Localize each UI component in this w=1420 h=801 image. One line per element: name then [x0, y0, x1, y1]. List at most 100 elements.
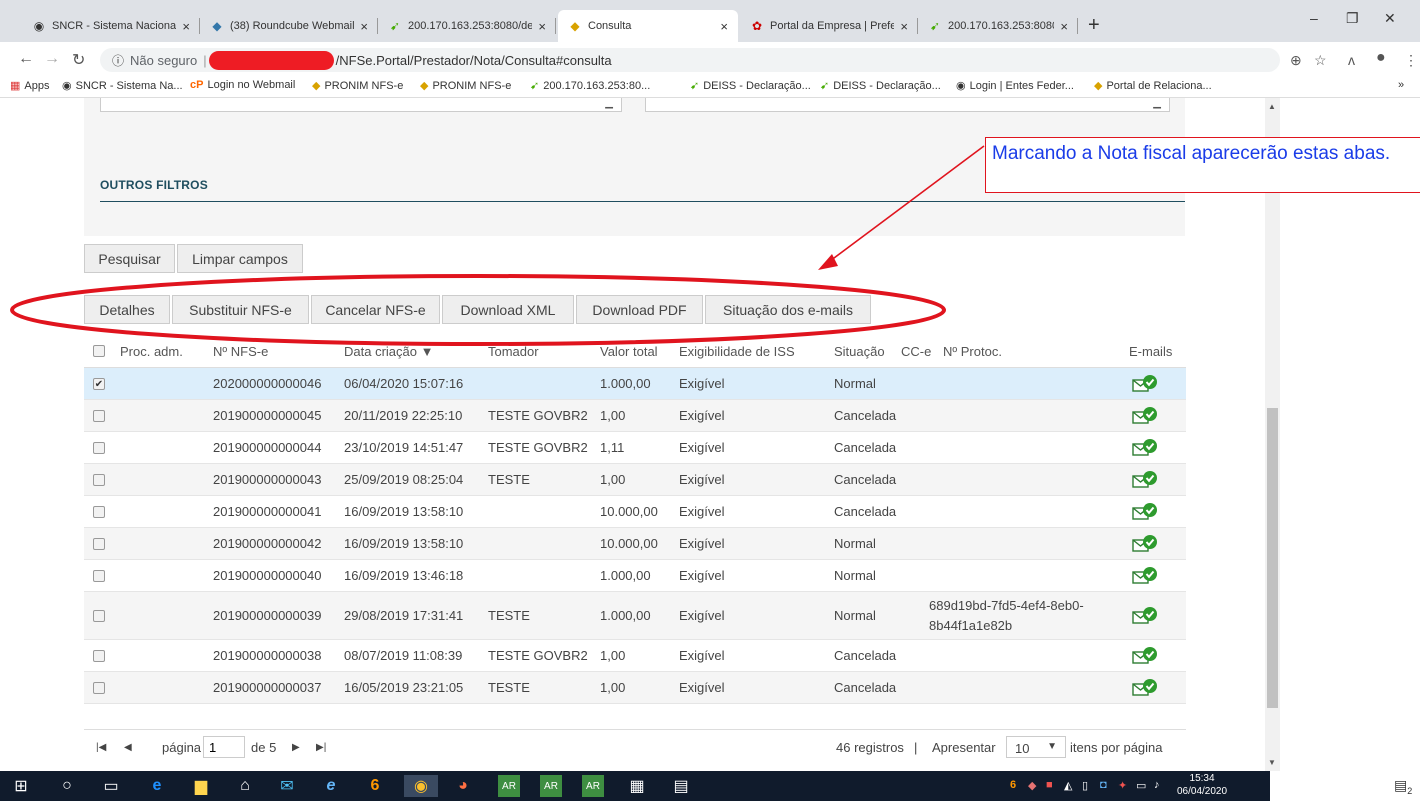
back-arrow-icon[interactable]: ← — [18, 50, 34, 68]
table-row[interactable]: 201900000000038 08/07/2019 11:08:39 TESTE … — [84, 640, 1186, 672]
close-icon[interactable]: × — [538, 19, 546, 34]
search-button[interactable]: Pesquisar — [84, 244, 175, 273]
menu-icon[interactable]: ⋮ — [1404, 52, 1418, 69]
search-icon[interactable]: ○ — [56, 775, 78, 797]
tray-app-icon[interactable]: ◆ — [1028, 779, 1036, 792]
email-sent-icon[interactable] — [1132, 368, 1158, 399]
ar-app-icon[interactable]: AR — [582, 775, 604, 797]
email-sent-icon[interactable] — [1132, 672, 1158, 703]
col-creation-date[interactable]: Data criação ▼ — [344, 334, 433, 368]
profile-icon[interactable]: ● — [1376, 49, 1386, 67]
scroll-up-icon[interactable]: ▲ — [1268, 102, 1276, 111]
table-row[interactable]: 201900000000044 23/10/2019 14:51:47 TESTE … — [84, 432, 1186, 464]
bookmark-webmail[interactable]: cP Login no Webmail — [190, 79, 295, 91]
bookmarks-more-button[interactable]: » — [1398, 79, 1404, 91]
last-page-icon[interactable]: ▶| — [316, 742, 326, 753]
download-pdf-button[interactable]: Download PDF — [576, 295, 703, 324]
per-page-select[interactable]: 10 ▼ — [1006, 736, 1066, 758]
replace-nfse-button[interactable]: Substituir NFS-e — [172, 295, 309, 324]
row-checkbox[interactable] — [93, 560, 105, 591]
email-sent-icon[interactable] — [1132, 560, 1158, 591]
ie-icon[interactable]: e — [320, 775, 342, 797]
col-proc-adm[interactable]: Proc. adm. — [120, 334, 183, 368]
store-icon[interactable]: ⌂ — [234, 775, 256, 797]
minimize-button[interactable]: – — [1310, 10, 1318, 26]
tray-volume-icon[interactable]: ♪ — [1154, 779, 1160, 791]
email-sent-icon[interactable] — [1132, 496, 1158, 527]
table-row[interactable]: 201900000000040 16/09/2019 13:46:18 1.000,… — [84, 560, 1186, 592]
col-total-value[interactable]: Valor total — [600, 334, 658, 368]
star-icon[interactable]: ☆ — [1314, 52, 1327, 69]
app-six-icon[interactable]: 6 — [364, 775, 386, 797]
info-icon[interactable]: ⓘ — [112, 52, 124, 69]
table-row[interactable]: 201900000000042 16/09/2019 13:58:10 10.000… — [84, 528, 1186, 560]
browser-tab-portal[interactable]: ✿ Portal da Empresa | Prefe × — [740, 10, 918, 42]
row-checkbox[interactable] — [93, 464, 105, 495]
page-scrollbar[interactable]: ▲ ▼ — [1265, 98, 1280, 771]
next-page-icon[interactable]: ▶ — [292, 742, 300, 753]
zoom-icon[interactable]: ⊕ — [1290, 52, 1302, 69]
close-icon[interactable]: × — [900, 19, 908, 34]
row-checkbox[interactable] — [93, 400, 105, 431]
clear-fields-button[interactable]: Limpar campos — [177, 244, 303, 273]
prev-page-icon[interactable]: ◀ — [124, 742, 132, 753]
table-row[interactable]: 201900000000045 20/11/2019 22:25:10 TESTE … — [84, 400, 1186, 432]
bookmark-sncr[interactable]: ◉ SNCR - Sistema Na... — [62, 79, 183, 93]
calculator-icon[interactable]: ▦ — [626, 775, 648, 797]
close-icon[interactable]: × — [360, 19, 368, 34]
mail-icon[interactable]: ✉ — [276, 775, 298, 797]
taskbar-clock[interactable]: 15:34 06/04/2020 — [1177, 772, 1227, 798]
select-all-checkbox[interactable] — [93, 334, 105, 368]
bookmark-pronim-1[interactable]: ◆ PRONIM NFS-e — [312, 79, 403, 93]
scroll-down-icon[interactable]: ▼ — [1268, 758, 1276, 767]
bookmark-portal[interactable]: ◆ Portal de Relaciona... — [1094, 79, 1212, 93]
email-status-button[interactable]: Situação dos e-mails — [705, 295, 871, 324]
close-icon[interactable]: × — [182, 19, 190, 34]
tray-app-icon[interactable]: ◘ — [1100, 779, 1107, 791]
document-icon[interactable]: ▤ — [670, 775, 692, 797]
extension-icon[interactable]: ᴧ — [1348, 52, 1355, 68]
col-emails[interactable]: E-mails — [1129, 334, 1172, 368]
filter-select-right[interactable]: ▁ — [645, 98, 1170, 112]
row-checkbox[interactable] — [93, 432, 105, 463]
col-status[interactable]: Situação — [834, 334, 885, 368]
row-checkbox[interactable] — [93, 640, 105, 671]
col-tomador[interactable]: Tomador — [488, 334, 539, 368]
ar-app-icon[interactable]: AR — [540, 775, 562, 797]
reload-icon[interactable]: ↻ — [72, 50, 85, 70]
bookmark-deiss-1[interactable]: ➹ DEISS - Declaração... — [690, 79, 811, 93]
row-checkbox[interactable] — [93, 672, 105, 703]
row-checkbox[interactable] — [93, 496, 105, 527]
file-explorer-icon[interactable]: ▆ — [190, 775, 212, 797]
col-iss-exigibility[interactable]: Exigibilidade de ISS — [679, 334, 795, 368]
bookmark-entes[interactable]: ◉ Login | Entes Feder... — [956, 79, 1074, 93]
tray-app-icon[interactable]: ✦ — [1118, 779, 1127, 792]
forward-arrow-icon[interactable]: → — [44, 50, 60, 68]
scroll-thumb[interactable] — [1267, 408, 1278, 708]
task-view-icon[interactable]: ▭ — [100, 775, 122, 797]
close-window-button[interactable]: ✕ — [1384, 10, 1396, 27]
chrome-icon[interactable]: ◉ — [404, 775, 438, 797]
table-row[interactable]: ✔ 202000000000046 06/04/2020 15:07:16 1.000… — [84, 368, 1186, 400]
bookmark-apps[interactable]: ▦ Apps — [10, 79, 49, 93]
page-number-input[interactable] — [203, 736, 245, 758]
ar-app-icon[interactable]: AR — [498, 775, 520, 797]
firefox-icon[interactable]: ◕ — [452, 775, 474, 797]
tray-app-six-icon[interactable]: 6 — [1010, 779, 1016, 791]
tray-app-icon[interactable]: ■ — [1046, 779, 1053, 791]
first-page-icon[interactable]: |◀ — [96, 742, 106, 753]
edge-icon[interactable]: e — [146, 775, 168, 797]
restore-button[interactable]: ❐ — [1346, 10, 1359, 27]
tray-battery-icon[interactable]: ▯ — [1082, 779, 1088, 792]
browser-tab-sncr[interactable]: ◉ SNCR - Sistema Nacional × — [22, 10, 200, 42]
email-sent-icon[interactable] — [1132, 464, 1158, 495]
notifications-icon[interactable]: ▤2 — [1394, 777, 1412, 796]
table-row[interactable]: 201900000000037 16/05/2019 23:21:05 TESTE 1… — [84, 672, 1186, 704]
bookmark-deiss-2[interactable]: ➹ DEISS - Declaração... — [820, 79, 941, 93]
cancel-nfse-button[interactable]: Cancelar NFS-e — [311, 295, 440, 324]
col-nfse-number[interactable]: Nº NFS-e — [213, 334, 268, 368]
row-checkbox[interactable]: ✔ — [93, 368, 105, 399]
browser-tab-deiss[interactable]: ➹ 200.170.163.253:8080/de × — [378, 10, 556, 42]
browser-tab-deiss-2[interactable]: ➹ 200.170.163.253:8080/de × — [918, 10, 1078, 42]
table-row[interactable]: 201900000000039 29/08/2019 17:31:41 TESTE 1… — [84, 592, 1186, 640]
